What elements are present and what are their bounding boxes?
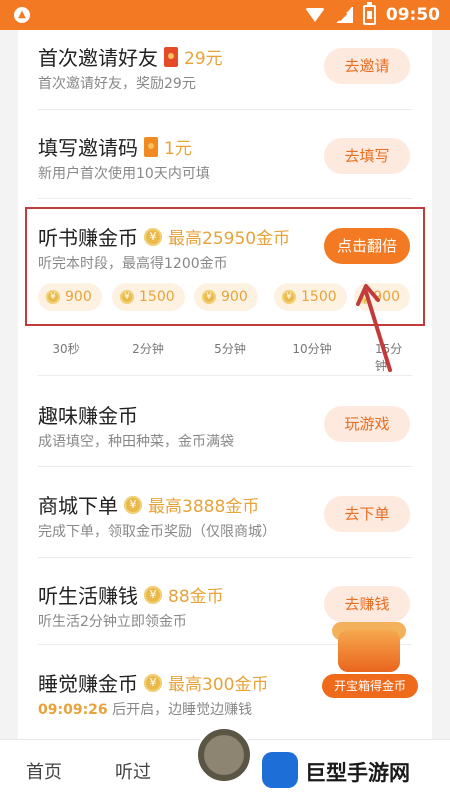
task-subtitle: 听生活2分钟立即领金币 [38, 614, 187, 630]
task-row-mall: 商城下单 ¥ 最高3888金币 完成下单，领取金币奖励（仅限商城） 去下单 [38, 478, 410, 568]
task-reward: 29元 [184, 49, 223, 69]
task-reward: 1元 [164, 139, 192, 159]
task-subtitle: 新用户首次使用10天内可填 [38, 166, 210, 182]
task-subtitle: 成语填空，种田种菜，金币满袋 [38, 434, 234, 450]
task-title: 商城下单 [38, 494, 118, 518]
battery-icon [362, 2, 376, 25]
annotation-arrow-icon [356, 284, 392, 372]
task-title: 听生活赚钱 [38, 584, 138, 608]
task-title: 睡觉赚金币 [38, 672, 138, 696]
task-row-fun: 趣味赚金币 成语填空，种田种菜，金币满袋 玩游戏 [38, 388, 410, 478]
task-row-invite-code: 填写邀请码 1元 新用户首次使用10天内可填 去填写 [38, 120, 410, 210]
task-title: 填写邀请码 [38, 136, 138, 160]
task-title: 趣味赚金币 [38, 404, 138, 428]
divider [38, 375, 412, 376]
task-reward: 最高300金币 [168, 675, 269, 695]
invite-button[interactable]: 去邀请 [324, 48, 410, 84]
place-order-button[interactable]: 去下单 [324, 496, 410, 532]
divider [38, 198, 412, 199]
watermark-logo-icon [262, 752, 298, 788]
timeline-label: 2分钟 [132, 342, 164, 356]
divider [38, 557, 412, 558]
app-shield-icon: ▲ [14, 7, 30, 23]
divider [38, 466, 412, 467]
status-icons: 09:50 [304, 2, 440, 26]
red-packet-icon [144, 136, 158, 157]
task-subtitle: 完成下单，领取金币奖励（仅限商城） [38, 524, 276, 540]
play-game-button[interactable]: 玩游戏 [324, 406, 410, 442]
now-playing-button[interactable] [195, 726, 253, 784]
task-reward: 最高3888金币 [148, 497, 260, 517]
treasure-label: 开宝箱得金币 [322, 674, 418, 698]
task-subtitle: 首次邀请好友，奖励29元 [38, 76, 196, 92]
album-cover [204, 735, 244, 775]
task-title: 首次邀请好友 [38, 46, 158, 70]
watermark-text: 巨型手游网 [305, 761, 410, 785]
coin-icon: ¥ [124, 495, 142, 514]
status-bar: ▲ 09:50 [0, 0, 450, 30]
watermark: 巨型手游网 [262, 752, 450, 794]
earn-money-button[interactable]: 去赚钱 [324, 586, 410, 622]
treasure-chest-widget[interactable]: 开宝箱得金币 [322, 622, 418, 700]
task-reward: 88金币 [168, 587, 224, 607]
red-packet-icon [164, 46, 178, 67]
task-row-invite: 首次邀请好友 29元 首次邀请好友，奖励29元 去邀请 [38, 30, 410, 120]
divider [38, 109, 412, 110]
fill-code-button[interactable]: 去填写 [324, 138, 410, 174]
sleep-countdown: 09:09:26 [38, 702, 108, 718]
wifi-icon [304, 8, 325, 22]
nav-listened[interactable]: 听过 [115, 758, 151, 784]
nav-home[interactable]: 首页 [26, 758, 62, 784]
status-time: 09:50 [385, 5, 440, 25]
signal-icon [334, 7, 353, 23]
task-subtitle: 后开启，边睡觉边赚钱 [112, 702, 253, 718]
coin-icon: ¥ [144, 585, 162, 604]
timeline-label: 10分钟 [292, 342, 332, 356]
timeline-label: 30秒 [52, 342, 80, 356]
coin-icon: ¥ [144, 673, 162, 692]
timeline-label: 5分钟 [214, 342, 246, 356]
